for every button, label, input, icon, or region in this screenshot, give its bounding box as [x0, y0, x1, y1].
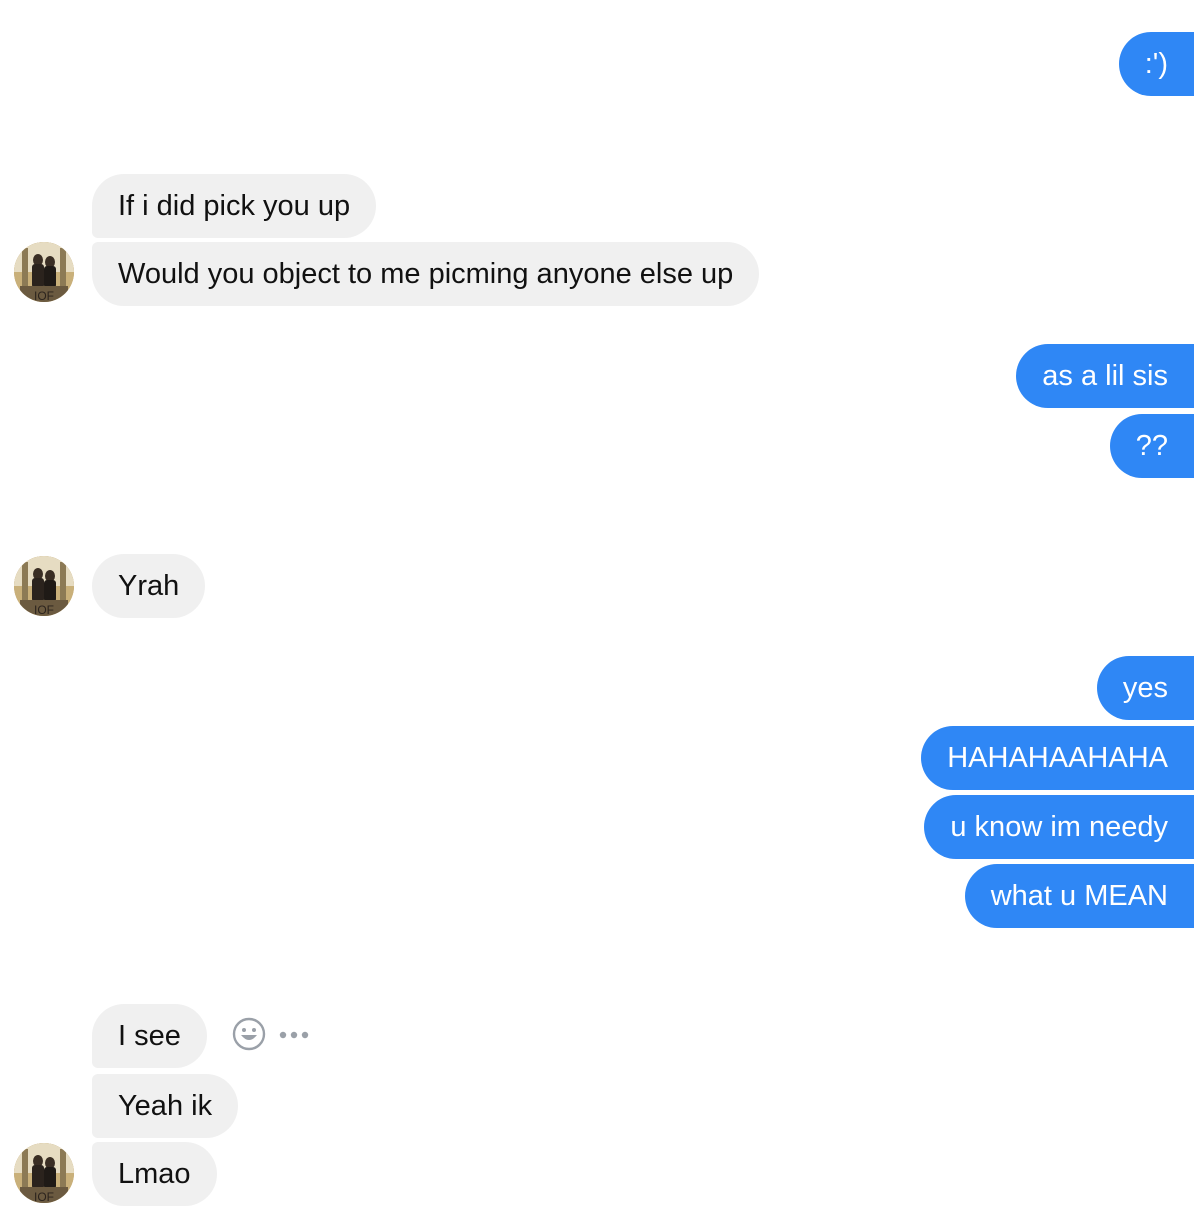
message-bubble-outgoing[interactable]: what u MEAN [964, 864, 1194, 928]
emoji-reaction-icon[interactable] [232, 1017, 266, 1056]
message-bubble-outgoing[interactable]: ?? [1109, 414, 1194, 478]
contact-avatar[interactable]: IOF [14, 242, 74, 302]
more-options-icon[interactable] [278, 1027, 310, 1045]
svg-text:IOF: IOF [34, 1190, 54, 1203]
message-bubble-outgoing[interactable]: HAHAHAAHAHA [921, 726, 1194, 790]
message-actions [232, 1017, 310, 1056]
svg-text:IOF: IOF [34, 289, 54, 302]
contact-avatar[interactable]: IOF [14, 556, 74, 616]
message-bubble-incoming[interactable]: If i did pick you up [92, 174, 377, 238]
message-bubble-incoming[interactable]: I see [92, 1004, 207, 1068]
contact-avatar[interactable]: IOF [14, 1143, 74, 1203]
message-bubble-outgoing[interactable]: u know im needy [924, 795, 1194, 859]
message-bubble-incoming[interactable]: Would you object to me picming anyone el… [92, 242, 760, 306]
message-bubble-outgoing[interactable]: yes [1096, 656, 1194, 720]
message-bubble-incoming[interactable]: Lmao [92, 1142, 217, 1206]
message-bubble-outgoing[interactable]: :') [1118, 32, 1194, 96]
message-bubble-incoming[interactable]: Yeah ik [92, 1074, 239, 1138]
message-bubble-incoming[interactable]: Yrah [92, 554, 206, 618]
message-bubble-outgoing[interactable]: as a lil sis [1016, 344, 1194, 408]
svg-text:IOF: IOF [34, 603, 54, 616]
